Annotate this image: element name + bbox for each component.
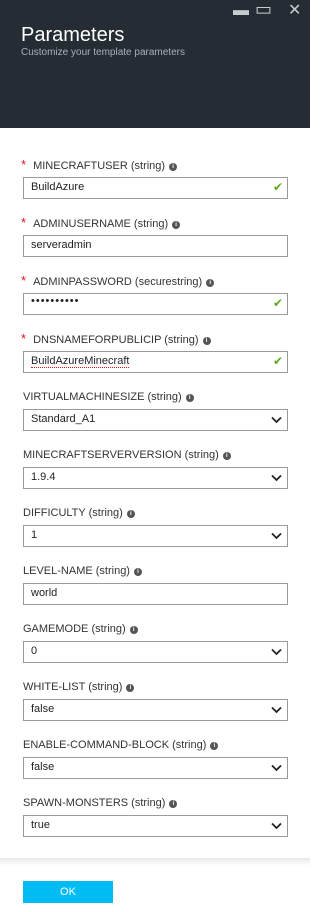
minimize-icon[interactable]: ▬ [233, 3, 249, 19]
field-label-text: DNSNAMEFORPUBLICIP (string) [33, 334, 199, 346]
field-dnsnameforpublicip: * DNSNAMEFORPUBLICIP (string) i BuildAzureM… [21, 331, 288, 384]
valid-check-icon: ✔ [272, 180, 283, 194]
field-label-text: ADMINPASSWORD (securestring) [33, 276, 203, 288]
minecraftuser-input[interactable]: BuildAzure ✔ [23, 177, 288, 199]
field-label-text: MINECRAFTUSER (string) [33, 160, 166, 172]
info-icon[interactable]: i [126, 510, 135, 518]
valid-check-icon: ✔ [272, 354, 283, 368]
field-label-text: LEVEL-NAME (string) [23, 565, 130, 577]
info-icon[interactable]: i [169, 163, 178, 171]
ok-button[interactable]: OK [23, 881, 113, 903]
info-icon[interactable]: i [222, 452, 231, 460]
difficulty-dropdown[interactable]: 1 [23, 525, 288, 547]
field-value: BuildAzureMinecraft [31, 355, 130, 368]
field-label-text: WHITE-LIST (string) [23, 681, 123, 693]
chevron-down-icon [271, 648, 282, 656]
field-label-text: SPAWN-MONSTERS (string) [23, 797, 166, 809]
spawn-monsters-dropdown[interactable]: true [23, 815, 288, 837]
field-label: * DNSNAMEFORPUBLICIP (string) i [21, 331, 211, 347]
info-icon[interactable]: i [133, 568, 142, 576]
field-white-list: WHITE-LIST (string) i false [23, 680, 288, 732]
field-value: world [31, 587, 58, 599]
blade-footer: OK [0, 858, 310, 912]
field-value: 1 [31, 529, 38, 541]
field-value: 1.9.4 [31, 471, 56, 483]
chevron-down-icon [271, 532, 282, 540]
field-label: WHITE-LIST (string) i [23, 680, 135, 694]
info-icon[interactable]: i [185, 394, 194, 402]
field-value: 0 [31, 645, 38, 657]
page-subtitle: Customize your template parameters [21, 47, 185, 58]
minecraftserverversion-dropdown[interactable]: 1.9.4 [23, 467, 288, 489]
field-difficulty: DIFFICULTY (string) i 1 [23, 506, 288, 558]
field-label: ENABLE-COMMAND-BLOCK (string) i [23, 738, 219, 752]
field-adminusername: * ADMINUSERNAME (string) i serveradmin [21, 215, 288, 268]
maximize-icon[interactable]: ▭ [255, 0, 272, 18]
field-label: DIFFICULTY (string) i [23, 506, 135, 520]
required-marker: * [21, 157, 27, 172]
field-label: GAMEMODE (string) i [23, 622, 138, 636]
info-icon[interactable]: i [129, 626, 138, 634]
close-icon[interactable]: ✕ [288, 3, 301, 19]
chevron-down-icon [271, 706, 282, 714]
chevron-down-icon [271, 764, 282, 772]
field-label: VIRTUALMACHINESIZE (string) i [23, 390, 194, 404]
info-icon[interactable]: i [210, 742, 219, 750]
field-level-name: LEVEL-NAME (string) i world [23, 564, 288, 616]
field-label: * MINECRAFTUSER (string) i [21, 157, 178, 173]
field-gamemode: GAMEMODE (string) i 0 [23, 622, 288, 674]
field-label-text: GAMEMODE (string) [23, 623, 126, 635]
field-label: * ADMINUSERNAME (string) i [21, 215, 181, 231]
valid-check-icon: ✔ [272, 296, 283, 310]
field-label-text: VIRTUALMACHINESIZE (string) [23, 391, 182, 403]
field-value: true [31, 819, 50, 831]
field-value: •••••••••• [31, 295, 80, 307]
field-minecraftuser: * MINECRAFTUSER (string) i BuildAzure ✔ [21, 157, 288, 210]
chevron-down-icon [271, 416, 282, 424]
chevron-down-icon [271, 474, 282, 482]
field-value: Standard_A1 [31, 413, 96, 425]
field-minecraftserverversion: MINECRAFTSERVERVERSION (string) i 1.9.4 [23, 448, 288, 500]
dnsnameforpublicip-input[interactable]: BuildAzureMinecraft ✔ [23, 351, 288, 373]
field-label: * ADMINPASSWORD (securestring) i [21, 273, 215, 289]
info-icon[interactable]: i [169, 800, 178, 808]
field-label-text: MINECRAFTSERVERVERSION (string) [23, 449, 219, 461]
field-label: MINECRAFTSERVERVERSION (string) i [23, 448, 231, 462]
field-enable-command-block: ENABLE-COMMAND-BLOCK (string) i false [23, 738, 288, 790]
required-marker: * [21, 331, 27, 346]
field-label-text: ENABLE-COMMAND-BLOCK (string) [23, 739, 207, 751]
chevron-down-icon [271, 822, 282, 830]
field-value: serveradmin [31, 239, 92, 251]
info-icon[interactable]: i [202, 337, 211, 345]
required-marker: * [21, 273, 27, 288]
footer-divider [0, 858, 310, 866]
field-virtualmachinesize: VIRTUALMACHINESIZE (string) i Standard_A1 [23, 390, 288, 442]
field-label-text: DIFFICULTY (string) [23, 507, 123, 519]
field-value: false [31, 703, 55, 715]
field-label-text: ADMINUSERNAME (string) [33, 218, 169, 230]
field-label: LEVEL-NAME (string) i [23, 564, 142, 578]
adminusername-input[interactable]: serveradmin [23, 235, 288, 257]
field-value: BuildAzure [31, 181, 85, 193]
field-spawn-monsters: SPAWN-MONSTERS (string) i true [23, 796, 288, 848]
info-icon[interactable]: i [206, 279, 215, 287]
gamemode-dropdown[interactable]: 0 [23, 641, 288, 663]
page-title: Parameters [21, 24, 125, 46]
blade-header: ▬ ▭ ✕ Parameters Customize your template… [0, 0, 310, 128]
required-marker: * [21, 215, 27, 230]
adminpassword-input[interactable]: •••••••••• ✔ [23, 293, 288, 315]
field-adminpassword: * ADMINPASSWORD (securestring) i ••••••••••… [21, 273, 288, 326]
field-value: false [31, 761, 55, 773]
info-icon[interactable]: i [126, 684, 135, 692]
virtualmachinesize-dropdown[interactable]: Standard_A1 [23, 409, 288, 431]
level-name-input[interactable]: world [23, 583, 288, 605]
white-list-dropdown[interactable]: false [23, 699, 288, 721]
enable-command-block-dropdown[interactable]: false [23, 757, 288, 779]
info-icon[interactable]: i [172, 221, 181, 229]
field-label: SPAWN-MONSTERS (string) i [23, 796, 178, 810]
